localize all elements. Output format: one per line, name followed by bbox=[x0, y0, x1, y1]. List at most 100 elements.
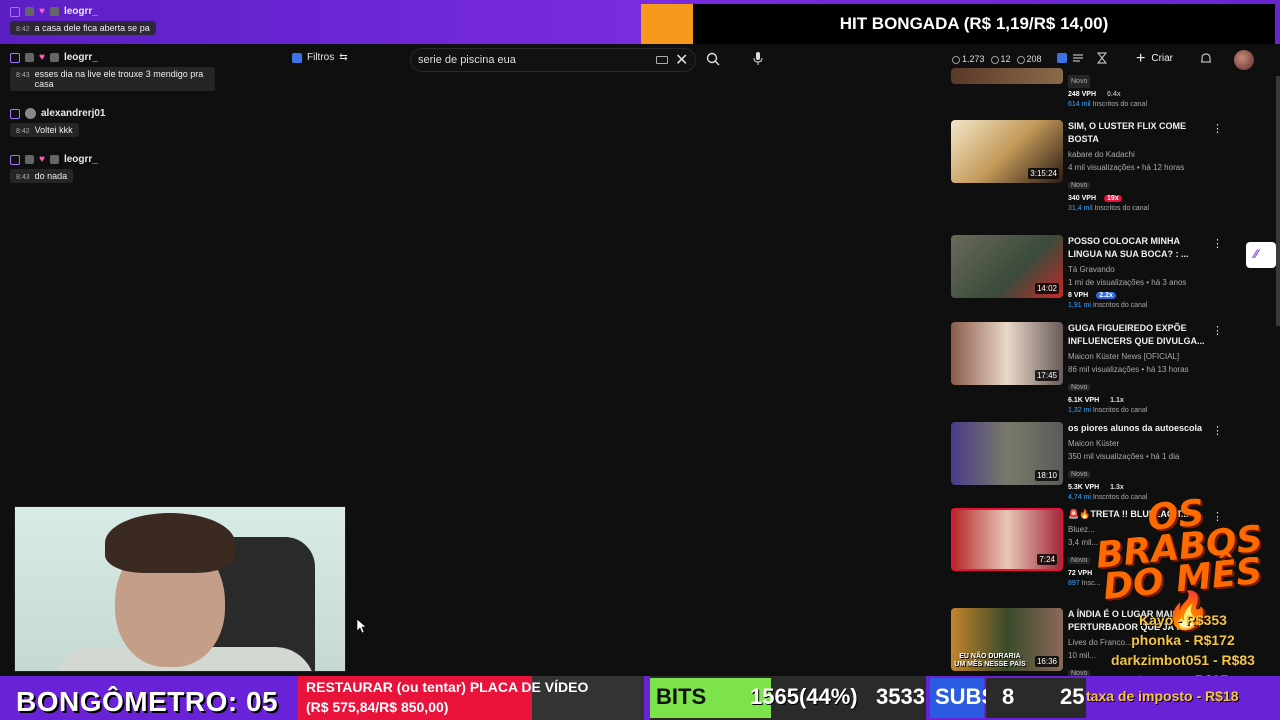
video-channel[interactable]: Maicon Küster bbox=[1068, 437, 1208, 450]
video-duration: 14:02 bbox=[1034, 283, 1059, 294]
create-button[interactable]: + Criar bbox=[1136, 50, 1174, 66]
chat-message: ♥ leogrr_ 8:43 esses dia na live ele troux… bbox=[10, 52, 230, 91]
scrollbar[interactable] bbox=[1276, 76, 1280, 326]
chat-time: 8:42 bbox=[16, 128, 30, 135]
video-meta: 86 mil visualizações • há 13 horas bbox=[1068, 365, 1189, 374]
keyboard-icon[interactable] bbox=[656, 56, 668, 64]
gift-badge-icon bbox=[49, 155, 59, 164]
video-title[interactable]: SIM, O LUSTER FLIX COME BOSTA bbox=[1068, 120, 1208, 146]
new-badge: Novo bbox=[1068, 471, 1091, 478]
notifications-bell-icon[interactable] bbox=[1200, 52, 1212, 66]
webcam-feed bbox=[14, 506, 346, 672]
donor-entry: darkzimbot051 - R$83 bbox=[1111, 652, 1255, 668]
video-thumbnail[interactable]: EU NÃO DURARIA UM MÊS NESSE PAÍS 16:36 bbox=[951, 608, 1063, 671]
side-extension-icon[interactable]: ⁄⁄ bbox=[1246, 242, 1276, 268]
multiplier-badge: 0.4x bbox=[1107, 91, 1121, 98]
multiplier-badge: 1.3x bbox=[1110, 484, 1124, 491]
new-badge: Novo bbox=[1068, 75, 1091, 88]
video-meta: 1 mi de visualizações • há 3 anos bbox=[1068, 278, 1187, 287]
twitch-icon bbox=[10, 52, 20, 63]
chat-time: 8:42 bbox=[16, 26, 30, 33]
video-thumbnail[interactable] bbox=[951, 68, 1063, 84]
chat-username: leogrr_ bbox=[63, 154, 98, 165]
stat-2: 12 bbox=[990, 54, 1011, 64]
top-donors-panel: OS BRABOS DO MÊS 🔥 bbox=[1086, 492, 1276, 634]
heart-icon: ♥ bbox=[39, 52, 45, 63]
thumbnail-caption: EU NÃO DURARIA UM MÊS NESSE PAÍS bbox=[954, 653, 1026, 668]
chat-time: 8:43 bbox=[16, 174, 30, 181]
video-thumbnail[interactable]: 18:10 bbox=[951, 422, 1063, 485]
user-avatar-icon bbox=[25, 108, 36, 119]
video-channel[interactable]: Tá Gravando bbox=[1068, 263, 1208, 276]
video-channel[interactable]: kabare do Kadachi bbox=[1068, 148, 1208, 161]
create-label: Criar bbox=[1151, 53, 1174, 64]
video-duration: 18:10 bbox=[1034, 470, 1059, 481]
subs-value: 8 bbox=[1002, 684, 1015, 709]
new-badge: Novo bbox=[1068, 182, 1091, 189]
bits-value: 1565(44%) bbox=[750, 684, 858, 709]
gift-badge-icon bbox=[49, 53, 59, 62]
chat-username: alexandrerj01 bbox=[41, 108, 106, 119]
video-channel[interactable]: Maicon Küster News [OFICIAL] bbox=[1068, 350, 1208, 363]
chat-message: ♥ leogrr_ 8:42 a casa dele fica aberta se … bbox=[10, 6, 230, 35]
more-options-icon[interactable]: ⋮ bbox=[1212, 122, 1223, 135]
filters-button[interactable]: Filtros ⇆ bbox=[292, 52, 348, 63]
channel-subs: 31,4 mil Inscritos do canal bbox=[1068, 205, 1149, 212]
chat-time: 8:43 bbox=[16, 72, 30, 79]
chat-username: leogrr_ bbox=[63, 6, 98, 17]
vph-value: 8 VPH bbox=[1068, 292, 1089, 299]
video-thumbnail[interactable]: 7:24 bbox=[951, 508, 1063, 571]
video-meta: 350 mil visualizações • há 1 dia bbox=[1068, 452, 1180, 461]
search-query: serie de piscina eua bbox=[418, 54, 516, 66]
donor-entry: phonka - R$172 bbox=[1131, 632, 1235, 648]
chat-message: ♥ leogrr_ 8:43 do nada bbox=[10, 154, 230, 183]
new-badge: Novo bbox=[1068, 384, 1091, 391]
more-options-icon[interactable]: ⋮ bbox=[1212, 424, 1223, 437]
sliders-icon: ⇆ bbox=[339, 52, 348, 63]
video-meta: 4 mil visualizações • há 12 horas bbox=[1068, 163, 1185, 172]
account-avatar[interactable] bbox=[1234, 50, 1254, 70]
multiplier-badge: 1.1x bbox=[1110, 397, 1124, 404]
donor-entry: Kayo - R$353 bbox=[1139, 612, 1227, 628]
subs-goal: 25 bbox=[1060, 684, 1085, 709]
chat-text: esses dia na live ele trouxe 3 mendigo p… bbox=[34, 69, 204, 89]
video-title[interactable]: GUGA FIGUEIREDO EXPÕE INFLUENCERS QUE DI… bbox=[1068, 322, 1208, 348]
gift-badge-icon bbox=[49, 7, 59, 16]
streamer-hair bbox=[105, 513, 235, 573]
bongometro-counter: BONGÔMETRO: 05 bbox=[16, 686, 279, 717]
bits-label: BITS bbox=[656, 684, 707, 709]
video-title[interactable]: POSSO COLOCAR MINHA LINGUA NA SUA BOCA? … bbox=[1068, 235, 1208, 261]
microphone-icon[interactable] bbox=[752, 52, 764, 66]
list-icon[interactable] bbox=[1072, 52, 1084, 64]
video-duration: 3:15:24 bbox=[1028, 168, 1059, 179]
channel-stats: 1.273 12 208 bbox=[952, 54, 1042, 64]
video-thumbnail[interactable]: 3:15:24 bbox=[951, 120, 1063, 183]
clear-search-icon[interactable]: ✕ bbox=[675, 50, 688, 70]
vph-value: 6.1K VPH bbox=[1068, 397, 1100, 404]
chat-text: do nada bbox=[34, 171, 68, 181]
stream-screen: HIT BONGADA (R$ 1,19/R$ 14,00) Filtros ⇆… bbox=[0, 0, 1280, 720]
heart-icon: ♥ bbox=[39, 154, 45, 165]
filter-app-icon bbox=[292, 52, 302, 63]
twitch-icon bbox=[10, 154, 20, 165]
extension-icon[interactable] bbox=[1056, 52, 1068, 64]
hit-bongada-label: HIT BONGADA (R$ 1,19/R$ 14,00) bbox=[839, 14, 1109, 33]
goal-amount: (R$ 575,84/R$ 850,00) bbox=[306, 699, 449, 715]
goal-title: RESTAURAR (ou tentar) PLACA DE VÍDEO bbox=[306, 679, 589, 695]
video-thumbnail[interactable]: 17:45 bbox=[951, 322, 1063, 385]
chat-text: a casa dele fica aberta se pa bbox=[34, 23, 150, 33]
vph-value: 5.3K VPH bbox=[1068, 484, 1100, 491]
video-thumbnail[interactable]: 14:02 bbox=[951, 235, 1063, 298]
video-title[interactable]: os piores alunos da autoescola bbox=[1068, 422, 1208, 435]
hourglass-icon[interactable] bbox=[1096, 52, 1108, 64]
channel-subs: 1,32 mi Inscritos do canal bbox=[1068, 407, 1148, 414]
search-icon[interactable] bbox=[706, 52, 720, 66]
user-badge bbox=[25, 53, 34, 62]
twitch-icon bbox=[10, 6, 20, 17]
video-duration: 16:36 bbox=[1034, 656, 1059, 667]
more-options-icon[interactable]: ⋮ bbox=[1212, 324, 1223, 337]
stat-3: 208 bbox=[1016, 54, 1042, 64]
multiplier-badge: 2.2x bbox=[1096, 292, 1116, 299]
more-options-icon[interactable]: ⋮ bbox=[1212, 237, 1223, 250]
chat-username: leogrr_ bbox=[63, 52, 98, 63]
